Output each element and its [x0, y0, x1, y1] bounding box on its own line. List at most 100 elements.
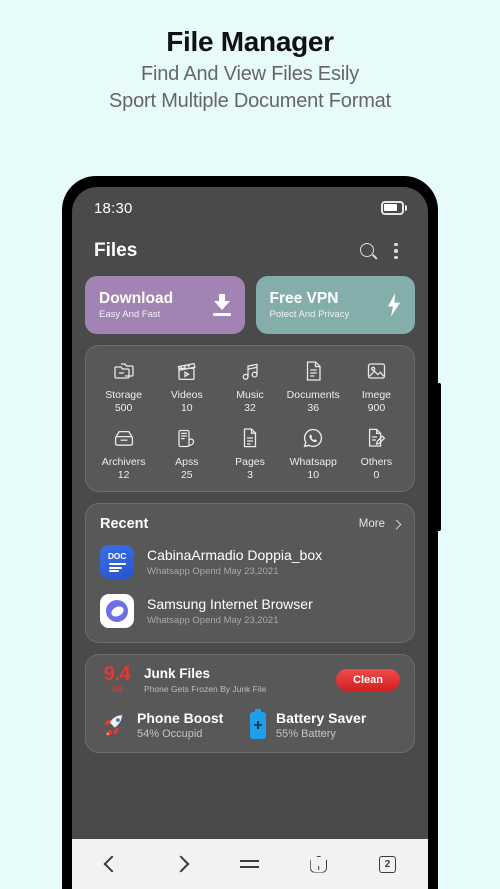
recent-panel: Recent More DOC CabinaArmadio Doppia_box — [85, 503, 415, 643]
promo-card-download-subtitle: Easy And Fast — [99, 309, 161, 321]
junk-size: 9.4 GB — [100, 664, 134, 694]
promo-card-vpn-title: Free VPN — [269, 289, 339, 307]
recent-more-button[interactable]: More — [358, 518, 402, 530]
category-music[interactable]: Music 32 — [218, 358, 281, 414]
category-apps-label: Apss — [175, 456, 199, 468]
samsung-internet-icon — [100, 594, 134, 628]
junk-files-panel: 9.4 GB Junk Files Phone Gets Frozen By J… — [85, 654, 415, 753]
category-image-label: Imege — [361, 389, 391, 401]
whatsapp-icon — [302, 425, 324, 451]
chevron-left-icon — [103, 855, 121, 873]
doc-file-icon: DOC — [100, 545, 134, 579]
app-content: Download Easy And Fast Free VPN Potect A… — [72, 273, 428, 839]
chevron-right-icon — [391, 519, 402, 529]
category-row-2: Archivers 12 Apss 25 Pages 3 Whatsapp 10… — [92, 425, 408, 481]
promo-subtitle-2: Sport Multiple Document Format — [109, 90, 391, 112]
category-whatsapp-label: Whatsapp — [289, 456, 337, 468]
promo-header: File Manager Find And View Files Esily S… — [0, 0, 500, 113]
battery-saver-value: 55% Battery — [276, 728, 336, 740]
promo-card-row: Download Easy And Fast Free VPN Potect A… — [85, 276, 415, 334]
promo-card-download-title: Download — [99, 289, 174, 307]
category-videos[interactable]: Videos 10 — [155, 358, 218, 414]
status-bar: 18:30 — [72, 187, 428, 229]
page-root: File Manager Find And View Files Esily S… — [0, 0, 500, 889]
junk-subtitle: Phone Gets Frozen By Junk File — [144, 683, 267, 694]
page-icon — [241, 425, 259, 451]
archive-box-icon — [113, 425, 135, 451]
clapperboard-icon — [176, 358, 197, 384]
phone-power-button[interactable] — [436, 383, 441, 531]
nav-home-button[interactable] — [299, 844, 339, 884]
search-icon — [359, 242, 378, 260]
battery-saver-item[interactable]: Battery Saver 55% Battery — [250, 708, 400, 740]
battery-icon — [381, 201, 407, 215]
category-pages-label: Pages — [235, 456, 265, 468]
category-documents-count: 36 — [307, 402, 320, 414]
promo-card-vpn[interactable]: Free VPN Potect And Privacy — [255, 276, 415, 334]
chevron-right-icon — [172, 855, 190, 873]
music-note-icon — [240, 358, 261, 384]
nav-back-button[interactable] — [92, 844, 132, 884]
note-edit-icon — [366, 425, 386, 451]
phone-boost-item[interactable]: Phone Boost 54% Occupid — [100, 710, 250, 740]
category-grid-panel: Storage 500 Videos 10 Music 32 Documents… — [85, 345, 415, 492]
nav-forward-button[interactable] — [161, 844, 201, 884]
phone-mockup-frame: 18:30 Files Download Easy And Fast Free … — [62, 176, 441, 889]
image-icon — [366, 358, 387, 384]
home-icon — [310, 855, 328, 873]
app-title: Files — [94, 240, 138, 261]
folders-icon — [113, 358, 135, 384]
download-icon — [212, 294, 232, 316]
category-image-count: 900 — [367, 402, 386, 414]
recent-header: Recent More — [100, 516, 402, 532]
battery-saver-title: Battery Saver — [276, 710, 367, 726]
category-music-label: Music — [236, 389, 264, 401]
clean-button[interactable]: Clean — [336, 668, 400, 691]
category-pages-count: 3 — [247, 469, 253, 481]
junk-tools-row: Phone Boost 54% Occupid Battery Saver 55… — [100, 708, 400, 740]
recent-item-browser-name: Samsung Internet Browser — [147, 596, 313, 612]
junk-title: Junk Files — [144, 665, 211, 681]
recent-more-label: More — [358, 518, 385, 530]
category-whatsapp[interactable]: Whatsapp 10 — [282, 425, 345, 481]
category-archivers[interactable]: Archivers 12 — [92, 425, 155, 481]
recent-item-browser[interactable]: Samsung Internet Browser Whatsapp Opend … — [100, 594, 400, 628]
promo-card-download[interactable]: Download Easy And Fast — [85, 276, 245, 334]
recent-item-doc-meta: Whatsapp Opend May 23,2021 — [147, 566, 279, 577]
promo-subtitle-1: Find And View Files Esily — [140, 63, 360, 85]
battery-charge-icon — [250, 708, 266, 739]
category-apps-count: 25 — [180, 469, 193, 481]
recent-item-doc[interactable]: DOC CabinaArmadio Doppia_box Whatsapp Op… — [100, 545, 400, 579]
bottom-nav-bar: 2 — [72, 839, 428, 889]
category-videos-label: Videos — [170, 389, 203, 401]
category-music-count: 32 — [244, 402, 256, 414]
app-bar: Files — [72, 229, 428, 273]
nav-menu-button[interactable] — [230, 844, 270, 884]
category-storage[interactable]: Storage 500 — [92, 358, 155, 414]
promo-card-vpn-subtitle: Potect And Privacy — [269, 309, 350, 321]
category-pages[interactable]: Pages 3 — [218, 425, 281, 481]
category-apps[interactable]: Apss 25 — [155, 425, 218, 481]
phone-boost-title: Phone Boost — [137, 710, 224, 726]
recent-title: Recent — [100, 516, 149, 532]
category-videos-count: 10 — [180, 402, 193, 414]
phone-boost-value: 54% Occupid — [137, 728, 203, 740]
category-storage-count: 500 — [114, 402, 133, 414]
recent-item-browser-meta: Whatsapp Opend May 23,2021 — [147, 615, 279, 626]
junk-files-header: 9.4 GB Junk Files Phone Gets Frozen By J… — [100, 664, 400, 694]
category-whatsapp-count: 10 — [307, 469, 320, 481]
lightning-bolt-icon — [387, 293, 401, 317]
category-others-label: Others — [360, 456, 393, 468]
rocket-icon — [104, 713, 123, 736]
overflow-menu-button[interactable] — [382, 237, 410, 265]
search-button[interactable] — [354, 237, 382, 265]
page-title: File Manager — [166, 26, 334, 57]
recent-item-doc-name: CabinaArmadio Doppia_box — [147, 547, 323, 563]
category-documents[interactable]: Documents 36 — [282, 358, 345, 414]
category-others[interactable]: Others 0 — [345, 425, 408, 481]
category-image[interactable]: Imege 900 — [345, 358, 408, 414]
more-vertical-icon — [394, 242, 398, 260]
junk-size-unit: GB — [111, 685, 123, 694]
category-archivers-count: 12 — [117, 469, 130, 481]
nav-tabs-button[interactable]: 2 — [368, 844, 408, 884]
